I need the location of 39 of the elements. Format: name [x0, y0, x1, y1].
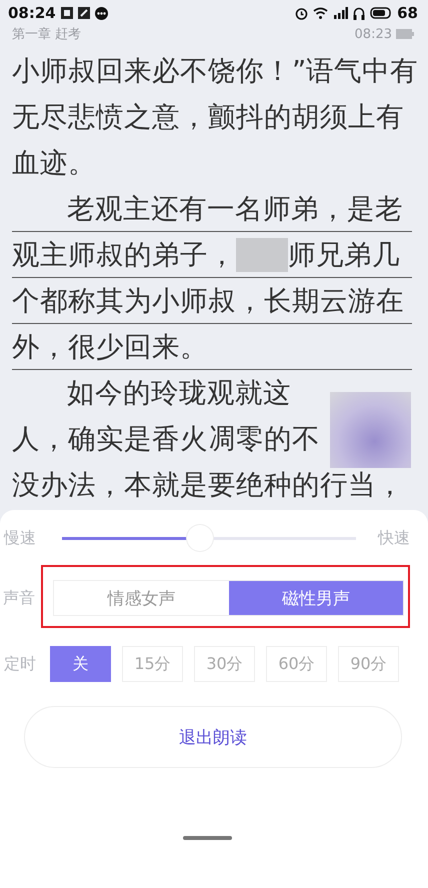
more-icon: [94, 6, 108, 20]
chapter-title: 第一章 赶考: [12, 26, 82, 43]
timer-option[interactable]: 15分: [122, 646, 183, 682]
battery-level: 68: [397, 4, 418, 22]
timer-option[interactable]: 60分: [266, 646, 327, 682]
story-text: 个都称其为小师叔，长期云游在: [12, 284, 404, 318]
story-text: 小师叔回来必不饶你！”语气中有: [12, 54, 418, 89]
signal-icon: [333, 7, 348, 19]
battery-icon: [370, 7, 392, 19]
slider-thumb[interactable]: [187, 525, 214, 551]
story-text: 如今的玲珑观就这: [67, 376, 291, 411]
timer-label: 定时: [4, 654, 37, 674]
story-text: 人，确实是香火凋零的不: [12, 422, 320, 457]
story-text: 无尽悲愤之意，颤抖的胡须上有: [12, 100, 404, 135]
alarm-icon: [295, 6, 308, 20]
wifi-icon: [313, 7, 328, 19]
slow-label: 慢速: [4, 528, 37, 549]
exit-reading-button[interactable]: 退出朗读: [24, 706, 402, 768]
blurred-patch: [236, 238, 288, 272]
app-icon: [78, 7, 90, 19]
home-indicator[interactable]: [182, 836, 232, 840]
voice-label: 声音: [3, 588, 36, 608]
app-icon: [60, 7, 73, 19]
battery-icon: [396, 28, 414, 40]
timer-option[interactable]: 关: [50, 646, 111, 682]
story-text: 观主师叔的弟子，: [12, 238, 236, 272]
voice-option[interactable]: 磁性男声: [228, 581, 403, 615]
story-text: 外，很少回来。: [12, 330, 208, 364]
story-text: 老观主还有一名师弟，是老: [67, 192, 403, 226]
story-text: 没办法，本就是要绝种的行当，: [12, 468, 404, 503]
clock-time: 08:24: [8, 4, 56, 22]
story-text: 师兄弟几: [288, 238, 400, 272]
headphones-icon: [353, 6, 366, 20]
blurred-widget[interactable]: [330, 392, 411, 468]
reader-time: 08:23: [354, 26, 392, 42]
timer-option[interactable]: 90分: [338, 646, 399, 682]
fast-label: 快速: [378, 528, 410, 549]
story-text: 血迹。: [12, 146, 96, 181]
timer-option[interactable]: 30分: [194, 646, 255, 682]
